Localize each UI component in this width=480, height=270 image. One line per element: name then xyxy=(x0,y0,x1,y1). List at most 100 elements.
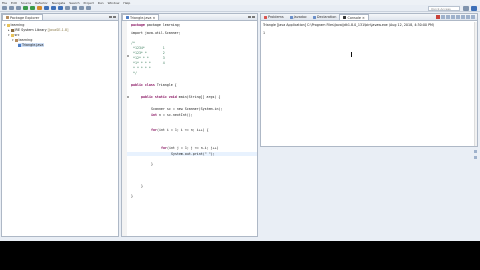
code-line: /* xyxy=(131,41,135,45)
collapse-chevron-icon[interactable]: ▸ xyxy=(8,28,10,32)
expand-chevron-icon[interactable]: ▾ xyxy=(8,33,10,37)
print-icon[interactable] xyxy=(16,6,21,10)
menu-window[interactable]: Window xyxy=(108,1,120,5)
console-scrollbar[interactable] xyxy=(474,22,477,146)
maximize-icon[interactable] xyxy=(471,15,475,19)
trimmed-view-strip xyxy=(473,150,478,236)
maximize-icon[interactable] xyxy=(113,16,116,18)
minimize-icon[interactable] xyxy=(248,16,251,18)
library-icon xyxy=(10,28,14,32)
back-icon[interactable] xyxy=(79,6,84,10)
menu-help[interactable]: Help xyxy=(123,1,130,5)
package-explorer-icon xyxy=(6,16,9,19)
tab-problems[interactable]: Problems xyxy=(261,14,287,20)
console-panel: Problems Javadoc Declaration Console × T… xyxy=(260,13,478,147)
maximize-icon[interactable] xyxy=(252,16,255,18)
main-toolbar xyxy=(0,5,480,12)
console-output[interactable]: 1 xyxy=(263,31,265,35)
expand-chevron-icon[interactable]: ▾ xyxy=(12,38,14,42)
tree-item-src-label: src xyxy=(14,33,20,37)
tab-problems-label: Problems xyxy=(268,15,284,19)
code-line: int n = sc.nextInt(); xyxy=(151,113,193,117)
tree-item-file[interactable]: Triangle.java xyxy=(18,43,44,47)
run-icon[interactable] xyxy=(30,6,35,10)
menu-run[interactable]: Run xyxy=(98,1,104,5)
tab-console[interactable]: Console × xyxy=(339,14,369,21)
tab-console-label: Console xyxy=(347,15,361,20)
terminate-icon[interactable] xyxy=(436,15,440,19)
clear-console-icon[interactable] xyxy=(446,15,450,19)
pin-console-icon[interactable] xyxy=(456,15,460,19)
search-icon[interactable] xyxy=(72,6,77,10)
new-java-project-icon[interactable] xyxy=(44,6,49,10)
minimize-icon[interactable] xyxy=(109,16,112,18)
tab-javadoc-label: Javadoc xyxy=(293,15,307,19)
console-toolbar xyxy=(436,15,475,19)
tab-editor-file[interactable]: Triangle.java × xyxy=(122,14,160,21)
tree-item-file-label: Triangle.java xyxy=(22,43,44,47)
java-file-icon xyxy=(18,43,21,47)
tab-declaration[interactable]: Declaration xyxy=(310,14,340,20)
expand-chevron-icon[interactable]: ▾ xyxy=(4,23,6,27)
menu-navigate[interactable]: Navigate xyxy=(52,1,65,5)
menu-search[interactable]: Search xyxy=(69,1,79,5)
code-line: *12* * * 3 xyxy=(131,56,165,60)
letterbox-bar xyxy=(0,241,480,270)
perspective-switcher xyxy=(463,6,477,11)
menu-refactor[interactable]: Refactor xyxy=(35,1,48,5)
javadoc-icon xyxy=(289,15,293,19)
declaration-icon xyxy=(312,15,316,19)
forward-icon[interactable] xyxy=(86,6,91,10)
console-tabbar: Problems Javadoc Declaration Console × xyxy=(261,14,477,21)
close-icon[interactable]: × xyxy=(362,15,365,21)
editor-tabbar: Triangle.java × xyxy=(122,14,257,21)
menu-edit[interactable]: Edit xyxy=(11,1,17,5)
quick-access-input[interactable]: Quick Access xyxy=(428,6,460,11)
fold-toggle-icon[interactable] xyxy=(127,55,129,57)
java-perspective-icon[interactable] xyxy=(471,6,477,11)
code-line: } xyxy=(131,194,133,198)
outline-view-icon[interactable] xyxy=(474,156,477,159)
tab-javadoc[interactable]: Javadoc xyxy=(287,14,310,20)
empty-view-area xyxy=(260,149,478,237)
close-icon[interactable]: × xyxy=(153,15,156,21)
menu-file[interactable]: File xyxy=(2,1,7,5)
fold-toggle-icon[interactable] xyxy=(127,96,129,98)
code-editor[interactable]: package package learning; import java.ut… xyxy=(122,21,257,236)
tree-item-src[interactable]: ▾ src xyxy=(8,33,19,37)
package-explorer-panel: Package Explorer ▾ learning ▸ JRE System… xyxy=(1,13,119,237)
editor-panel: Triangle.java × package package learning… xyxy=(121,13,258,237)
console-launch-header: Triangle [Java Application] C:\Program F… xyxy=(263,23,435,27)
code-line: public class Triangle { xyxy=(131,83,177,87)
new-file-icon[interactable] xyxy=(2,6,7,10)
tree-item-jre[interactable]: ▸ JRE System Library [JavaSE-1.8] xyxy=(8,28,68,32)
code-line: *1* * * * 4 xyxy=(131,61,165,65)
tree-item-package[interactable]: ▾ learning xyxy=(12,38,32,42)
new-package-icon[interactable] xyxy=(51,6,56,10)
open-perspective-icon[interactable] xyxy=(463,6,469,11)
package-explorer-tabbar: Package Explorer xyxy=(2,14,118,21)
menu-project[interactable]: Project xyxy=(84,1,94,5)
code-line: Scanner sc = new Scanner(System.in); xyxy=(151,107,223,111)
external-tools-icon[interactable] xyxy=(37,6,42,10)
console-icon xyxy=(343,16,347,19)
code-line: package package learning; xyxy=(131,23,181,27)
code-line: } xyxy=(151,162,153,166)
remove-launch-icon[interactable] xyxy=(441,15,445,19)
tree-item-project[interactable]: ▾ learning xyxy=(4,23,24,27)
open-type-icon[interactable] xyxy=(65,6,70,10)
code-line: } xyxy=(141,184,143,188)
restore-view-icon[interactable] xyxy=(474,150,477,153)
code-line: for(int j = 1; j <= n-i; j++) xyxy=(161,146,219,150)
debug-icon[interactable] xyxy=(23,6,28,10)
menu-source[interactable]: Source xyxy=(21,1,31,5)
code-line: import java.util.Scanner; xyxy=(131,31,181,35)
display-console-icon[interactable] xyxy=(461,15,465,19)
code-line: *1234* 1 xyxy=(131,46,165,50)
save-icon[interactable] xyxy=(9,6,14,10)
new-class-icon[interactable] xyxy=(58,6,63,10)
code-line: public static void main(String[] args) { xyxy=(141,95,221,99)
minimize-icon[interactable] xyxy=(466,15,470,19)
scroll-lock-icon[interactable] xyxy=(451,15,455,19)
tab-package-explorer[interactable]: Package Explorer xyxy=(2,14,44,20)
